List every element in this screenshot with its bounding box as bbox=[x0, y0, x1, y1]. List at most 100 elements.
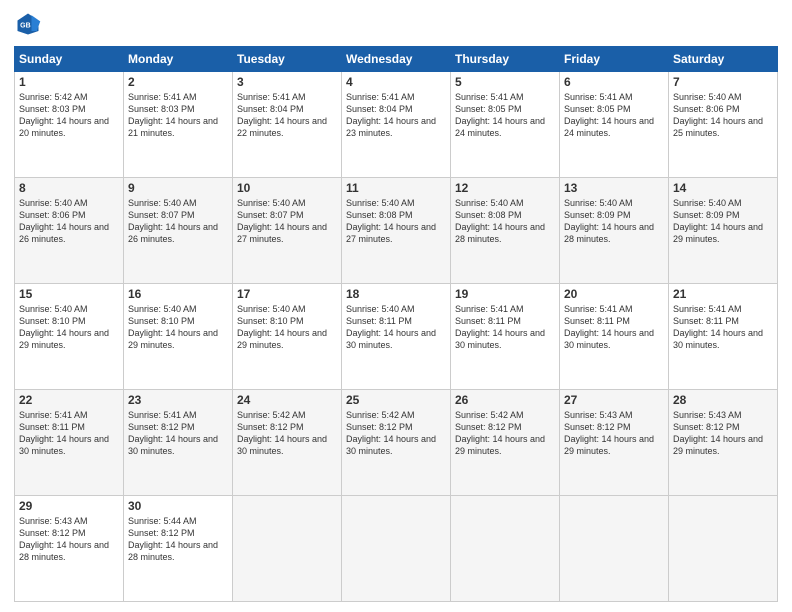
table-row: 23 Sunrise: 5:41 AMSunset: 8:12 PMDayligh… bbox=[124, 390, 233, 496]
table-row: 20Sunrise: 5:41 AMSunset: 8:11 PMDayligh… bbox=[560, 284, 669, 390]
cell-content: Sunrise: 5:40 AMSunset: 8:10 PMDaylight:… bbox=[128, 304, 218, 350]
col-sunday: Sunday bbox=[15, 47, 124, 72]
table-row: 2 Sunrise: 5:41 AMSunset: 8:03 PMDaylight… bbox=[124, 72, 233, 178]
cell-content: Sunrise: 5:41 AMSunset: 8:03 PMDaylight:… bbox=[128, 92, 218, 138]
cell-content: Sunrise: 5:40 AMSunset: 8:10 PMDaylight:… bbox=[237, 304, 327, 350]
calendar-week-row: 8 Sunrise: 5:40 AMSunset: 8:06 PMDaylight… bbox=[15, 178, 778, 284]
table-row: 5 Sunrise: 5:41 AMSunset: 8:05 PMDaylight… bbox=[451, 72, 560, 178]
table-row: 12 Sunrise: 5:40 AMSunset: 8:08 PMDayligh… bbox=[451, 178, 560, 284]
day-number: 27 bbox=[564, 393, 664, 407]
cell-content: Sunrise: 5:42 AMSunset: 8:12 PMDaylight:… bbox=[455, 410, 545, 456]
table-row: 17 Sunrise: 5:40 AMSunset: 8:10 PMDayligh… bbox=[233, 284, 342, 390]
cell-content: Sunrise: 5:43 AMSunset: 8:12 PMDaylight:… bbox=[19, 516, 109, 562]
cell-content: Sunrise: 5:40 AMSunset: 8:08 PMDaylight:… bbox=[455, 198, 545, 244]
cell-content: Sunrise: 5:40 AMSunset: 8:09 PMDaylight:… bbox=[673, 198, 763, 244]
day-number: 16 bbox=[128, 287, 228, 301]
col-friday: Friday bbox=[560, 47, 669, 72]
table-row: 7Sunrise: 5:40 AMSunset: 8:06 PMDaylight… bbox=[669, 72, 778, 178]
cell-content: Sunrise: 5:41 AMSunset: 8:05 PMDaylight:… bbox=[455, 92, 545, 138]
cell-content: Sunrise: 5:42 AMSunset: 8:12 PMDaylight:… bbox=[237, 410, 327, 456]
day-number: 13 bbox=[564, 181, 664, 195]
cell-content: Sunrise: 5:41 AMSunset: 8:04 PMDaylight:… bbox=[346, 92, 436, 138]
day-number: 30 bbox=[128, 499, 228, 513]
cell-content: Sunrise: 5:40 AMSunset: 8:11 PMDaylight:… bbox=[346, 304, 436, 350]
cell-content: Sunrise: 5:41 AMSunset: 8:05 PMDaylight:… bbox=[564, 92, 654, 138]
logo: GB bbox=[14, 10, 46, 38]
table-row bbox=[342, 496, 451, 602]
cell-content: Sunrise: 5:42 AMSunset: 8:12 PMDaylight:… bbox=[346, 410, 436, 456]
day-number: 1 bbox=[19, 75, 119, 89]
day-number: 25 bbox=[346, 393, 446, 407]
table-row: 14 Sunrise: 5:40 AMSunset: 8:09 PMDayligh… bbox=[669, 178, 778, 284]
day-number: 24 bbox=[237, 393, 337, 407]
table-row: 25 Sunrise: 5:42 AMSunset: 8:12 PMDayligh… bbox=[342, 390, 451, 496]
col-thursday: Thursday bbox=[451, 47, 560, 72]
table-row: 16 Sunrise: 5:40 AMSunset: 8:10 PMDayligh… bbox=[124, 284, 233, 390]
day-number: 2 bbox=[128, 75, 228, 89]
day-number: 21 bbox=[673, 287, 773, 301]
day-number: 26 bbox=[455, 393, 555, 407]
day-number: 11 bbox=[346, 181, 446, 195]
cell-content: Sunrise: 5:41 AMSunset: 8:12 PMDaylight:… bbox=[128, 410, 218, 456]
table-row: 9Sunrise: 5:40 AMSunset: 8:07 PMDaylight… bbox=[124, 178, 233, 284]
table-row: 27 Sunrise: 5:43 AMSunset: 8:12 PMDayligh… bbox=[560, 390, 669, 496]
day-number: 14 bbox=[673, 181, 773, 195]
calendar-table: Sunday Monday Tuesday Wednesday Thursday… bbox=[14, 46, 778, 602]
day-number: 22 bbox=[19, 393, 119, 407]
cell-content: Sunrise: 5:44 AMSunset: 8:12 PMDaylight:… bbox=[128, 516, 218, 562]
cell-content: Sunrise: 5:40 AMSunset: 8:06 PMDaylight:… bbox=[673, 92, 763, 138]
day-number: 5 bbox=[455, 75, 555, 89]
day-number: 29 bbox=[19, 499, 119, 513]
day-number: 8 bbox=[19, 181, 119, 195]
table-row: 15Sunrise: 5:40 AMSunset: 8:10 PMDayligh… bbox=[15, 284, 124, 390]
cell-content: Sunrise: 5:41 AMSunset: 8:11 PMDaylight:… bbox=[19, 410, 109, 456]
calendar-week-row: 22 Sunrise: 5:41 AMSunset: 8:11 PMDayligh… bbox=[15, 390, 778, 496]
col-wednesday: Wednesday bbox=[342, 47, 451, 72]
calendar-week-row: 15Sunrise: 5:40 AMSunset: 8:10 PMDayligh… bbox=[15, 284, 778, 390]
table-row: 29 Sunrise: 5:43 AMSunset: 8:12 PMDayligh… bbox=[15, 496, 124, 602]
table-row: 19 Sunrise: 5:41 AMSunset: 8:11 PMDayligh… bbox=[451, 284, 560, 390]
calendar-header-row: Sunday Monday Tuesday Wednesday Thursday… bbox=[15, 47, 778, 72]
col-monday: Monday bbox=[124, 47, 233, 72]
table-row: 18 Sunrise: 5:40 AMSunset: 8:11 PMDayligh… bbox=[342, 284, 451, 390]
table-row: 6Sunrise: 5:41 AMSunset: 8:05 PMDaylight… bbox=[560, 72, 669, 178]
cell-content: Sunrise: 5:40 AMSunset: 8:09 PMDaylight:… bbox=[564, 198, 654, 244]
table-row: 21 Sunrise: 5:41 AMSunset: 8:11 PMDayligh… bbox=[669, 284, 778, 390]
day-number: 19 bbox=[455, 287, 555, 301]
table-row bbox=[560, 496, 669, 602]
day-number: 10 bbox=[237, 181, 337, 195]
day-number: 28 bbox=[673, 393, 773, 407]
table-row: 26 Sunrise: 5:42 AMSunset: 8:12 PMDayligh… bbox=[451, 390, 560, 496]
table-row: 28 Sunrise: 5:43 AMSunset: 8:12 PMDayligh… bbox=[669, 390, 778, 496]
day-number: 4 bbox=[346, 75, 446, 89]
table-row: 24 Sunrise: 5:42 AMSunset: 8:12 PMDayligh… bbox=[233, 390, 342, 496]
table-row: 3Sunrise: 5:41 AMSunset: 8:04 PMDaylight… bbox=[233, 72, 342, 178]
table-row bbox=[669, 496, 778, 602]
cell-content: Sunrise: 5:40 AMSunset: 8:06 PMDaylight:… bbox=[19, 198, 109, 244]
table-row: 22 Sunrise: 5:41 AMSunset: 8:11 PMDayligh… bbox=[15, 390, 124, 496]
header: GB bbox=[14, 10, 778, 38]
table-row bbox=[451, 496, 560, 602]
cell-content: Sunrise: 5:40 AMSunset: 8:10 PMDaylight:… bbox=[19, 304, 109, 350]
table-row: 8 Sunrise: 5:40 AMSunset: 8:06 PMDaylight… bbox=[15, 178, 124, 284]
calendar-week-row: 29 Sunrise: 5:43 AMSunset: 8:12 PMDayligh… bbox=[15, 496, 778, 602]
day-number: 12 bbox=[455, 181, 555, 195]
cell-content: Sunrise: 5:43 AMSunset: 8:12 PMDaylight:… bbox=[673, 410, 763, 456]
cell-content: Sunrise: 5:41 AMSunset: 8:11 PMDaylight:… bbox=[673, 304, 763, 350]
table-row: 4 Sunrise: 5:41 AMSunset: 8:04 PMDaylight… bbox=[342, 72, 451, 178]
calendar-week-row: 1Sunrise: 5:42 AMSunset: 8:03 PMDaylight… bbox=[15, 72, 778, 178]
table-row bbox=[233, 496, 342, 602]
table-row: 1Sunrise: 5:42 AMSunset: 8:03 PMDaylight… bbox=[15, 72, 124, 178]
cell-content: Sunrise: 5:43 AMSunset: 8:12 PMDaylight:… bbox=[564, 410, 654, 456]
day-number: 20 bbox=[564, 287, 664, 301]
day-number: 18 bbox=[346, 287, 446, 301]
cell-content: Sunrise: 5:41 AMSunset: 8:04 PMDaylight:… bbox=[237, 92, 327, 138]
day-number: 17 bbox=[237, 287, 337, 301]
table-row: 30 Sunrise: 5:44 AMSunset: 8:12 PMDayligh… bbox=[124, 496, 233, 602]
cell-content: Sunrise: 5:40 AMSunset: 8:07 PMDaylight:… bbox=[237, 198, 327, 244]
page: GB Sunday Monday Tuesday Wednesday Thurs… bbox=[0, 0, 792, 612]
cell-content: Sunrise: 5:41 AMSunset: 8:11 PMDaylight:… bbox=[455, 304, 545, 350]
day-number: 23 bbox=[128, 393, 228, 407]
table-row: 10 Sunrise: 5:40 AMSunset: 8:07 PMDayligh… bbox=[233, 178, 342, 284]
col-saturday: Saturday bbox=[669, 47, 778, 72]
